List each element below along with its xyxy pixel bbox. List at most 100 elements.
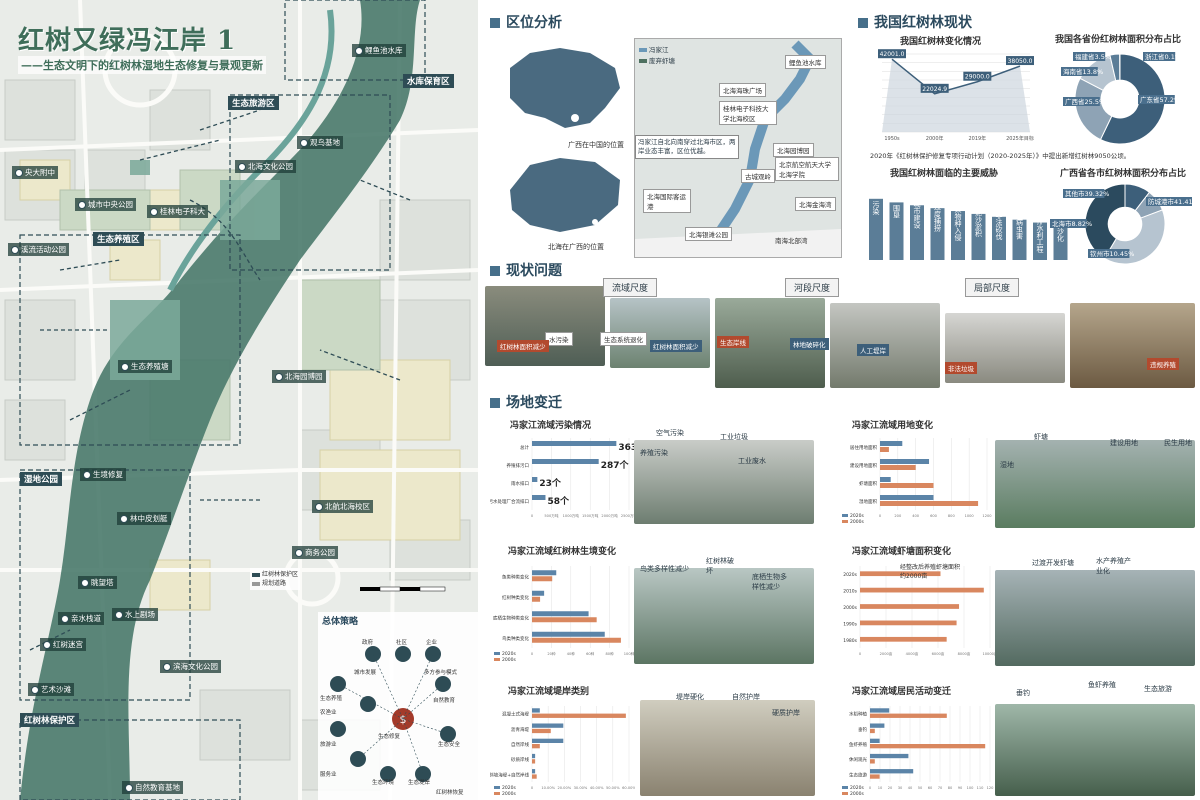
tick-label: 1200 xyxy=(982,514,992,518)
category-label: 2020s xyxy=(843,572,857,578)
bar xyxy=(870,738,880,743)
bar xyxy=(532,459,599,464)
data-label: 29000.0 xyxy=(965,74,990,81)
photo xyxy=(485,286,605,366)
category-label: 虾塘面积 xyxy=(859,480,877,487)
location-desc: 冯家江自北向南穿过北海市区，两岸业态丰富，区位优越。 xyxy=(635,135,739,159)
strategy-item: 生态安全 xyxy=(438,742,461,748)
category-label: 2010s xyxy=(843,589,857,595)
map-legend: 红树林保护区 规划道路 xyxy=(250,568,301,590)
place-label: 北航北海校区 xyxy=(312,500,373,513)
photo-tag: 工业废水 xyxy=(738,457,766,465)
data-label: 22024.9 xyxy=(922,86,947,93)
legend-label: 2000s xyxy=(850,519,864,525)
bar xyxy=(532,441,617,446)
category-label: 污水处理厂合流排口 xyxy=(490,498,529,505)
tick-label: 110 xyxy=(977,786,985,790)
tick-label: 8000亩 xyxy=(958,651,971,656)
bar xyxy=(880,447,889,452)
pie-label: 海南省13.8% xyxy=(1063,67,1103,76)
tick-label: 1500万吨 xyxy=(582,513,599,518)
tick-label: 0 xyxy=(531,652,534,656)
scale-label: 局部尺度 xyxy=(965,278,1020,297)
place-tag: 北海园博园 xyxy=(773,143,814,157)
tick-label: 10 xyxy=(878,786,883,790)
place-tag: 桂林电子科技大学北海校区 xyxy=(719,101,777,125)
category-label: 养殖排污口 xyxy=(507,462,530,469)
pie-label: 其他市39.32% xyxy=(1065,189,1109,198)
tick-label: 0 xyxy=(859,652,862,656)
place-label: 生境修复 xyxy=(80,468,126,481)
chart-title: 冯家江流域堤岸类别 xyxy=(508,687,590,697)
pie-label: 广西省25.5% xyxy=(1065,97,1105,106)
threat-label: 引排水利工程 xyxy=(1036,210,1044,254)
tick-label: 600 xyxy=(930,514,938,518)
tick-label: 0 xyxy=(531,514,534,518)
tick-label: 20.00% xyxy=(557,786,571,790)
guangxi-caption: 北海在广西的位置 xyxy=(548,243,604,251)
tick-label: 10000亩 xyxy=(982,651,996,656)
place-label: 眺望塔 xyxy=(78,576,117,589)
pie-chart-city: 钦州市10.45% 北海市8.82% 其他市39.32% 防城港市41.41% xyxy=(1050,183,1199,265)
place-label: 鲤鱼池水库 xyxy=(352,44,406,57)
place-label: 生态养殖塘 xyxy=(118,360,172,373)
pie-label: 钦州市10.45% xyxy=(1090,249,1134,258)
photo-tag: 底栖生物多样性减少 xyxy=(752,573,787,591)
tick-label: 60.00% xyxy=(622,786,635,790)
category-label: 自然岸线 xyxy=(511,741,529,748)
strategy-item: 生态堤岸 xyxy=(408,780,431,786)
threat-label: 病虫害 xyxy=(1016,217,1024,240)
bar xyxy=(860,636,947,642)
strategy-item: 社区 xyxy=(396,640,408,646)
place-tag: 南海北部湾 xyxy=(775,237,808,245)
place-label: 央大附中 xyxy=(12,166,58,179)
photo-tag: 自然护岸 xyxy=(732,693,760,701)
tick-label: 20种 xyxy=(547,651,556,656)
problem-tag: 生态岸线 xyxy=(717,336,749,348)
bar xyxy=(532,753,536,759)
guangxi-map xyxy=(510,158,620,232)
legend-swatch xyxy=(494,652,500,655)
tick-label: 200 xyxy=(894,514,902,518)
bar xyxy=(860,587,984,593)
photo-tag: 过渡开发虾塘 xyxy=(1032,559,1074,567)
photo-tag: 鸟类多样性减少 xyxy=(640,565,689,573)
legend-swatch xyxy=(494,792,500,795)
pie-label: 北海市8.82% xyxy=(1052,219,1092,228)
tick-label: 10.00% xyxy=(541,786,555,790)
legend-swatch xyxy=(494,786,500,789)
strategy-item: 红树林恢复 xyxy=(436,790,464,796)
bar xyxy=(532,576,553,582)
category-label: 建设用地面积 xyxy=(850,462,877,469)
place-label: 自然教育基地 xyxy=(122,781,183,794)
strategy-item: 生态修复 xyxy=(378,734,401,740)
bar xyxy=(870,708,890,713)
bar xyxy=(532,495,546,500)
category-label: 1980s xyxy=(843,638,857,644)
place-tag: 北海银滩公园 xyxy=(685,227,732,241)
category-label: 红树种类变化 xyxy=(502,594,529,601)
legend-label: 2020s xyxy=(502,651,516,657)
strategy-item: 生态环境 xyxy=(372,780,395,786)
problem-tag: 非法垃圾 xyxy=(945,362,977,374)
place-label: 艺术沙滩 xyxy=(28,683,74,696)
photo-tag: 硬质护岸 xyxy=(772,709,800,717)
strategy-item: 多方参与模式 xyxy=(424,670,458,676)
bar xyxy=(870,723,885,728)
strategy-item: 农渔业 xyxy=(320,710,337,716)
page-subtitle: ——生态文明下的红树林湿地生态修复与景观更新 xyxy=(18,56,266,74)
bar xyxy=(532,774,537,779)
category-label: 湿地面积 xyxy=(859,498,877,505)
bar xyxy=(532,708,540,713)
chart-title: 冯家江流域居民活动变迁 xyxy=(852,687,952,697)
place-label: 北海园博园 xyxy=(272,370,326,383)
line-chart: 42001.0 1950s 22024.9 2000年 29000.0 2019年 3805… xyxy=(878,49,1034,142)
photo-tag: 养殖污染 xyxy=(640,449,668,457)
tick-label: 50.00% xyxy=(606,786,620,790)
threat-label: 外来物种入侵 xyxy=(954,198,962,242)
master-plan-map: 红树又绿冯江岸 1 ——生态文明下的红树林湿地生态修复与景观更新 水库保育区 生… xyxy=(0,0,478,800)
data-label: 287个 xyxy=(601,459,630,471)
place-label: 城市中央公园 xyxy=(75,198,136,211)
tick-label: 80 xyxy=(948,786,953,790)
data-label: 38050.0 xyxy=(1008,58,1033,65)
